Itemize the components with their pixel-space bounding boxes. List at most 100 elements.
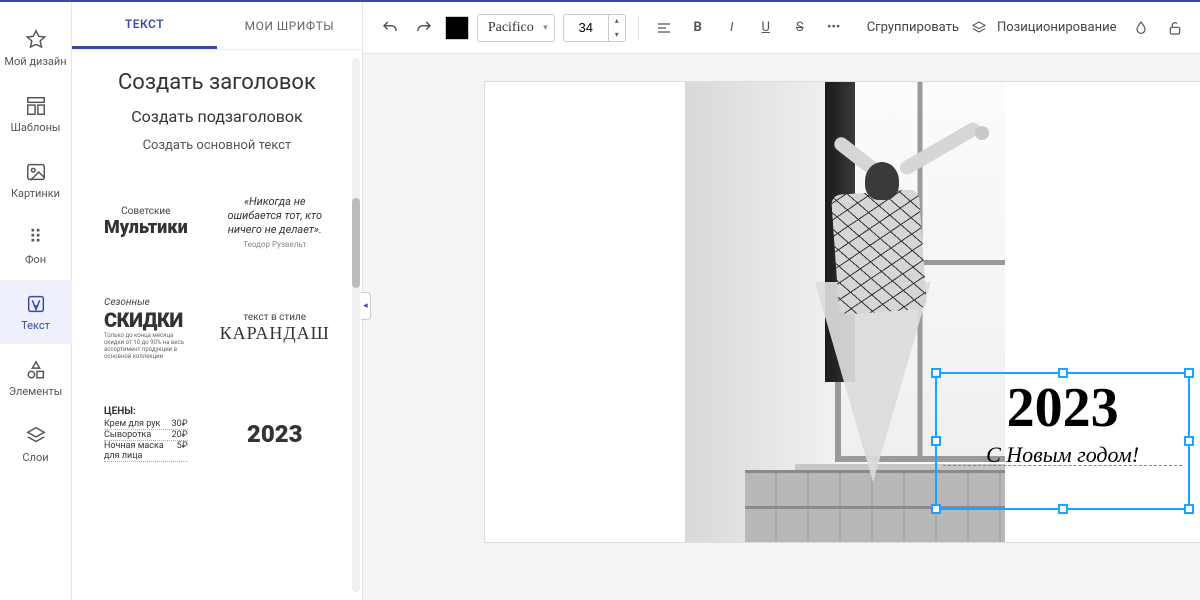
grid-icon: ⠿ [25,227,47,249]
price-value: 5₽ [177,441,188,461]
price-name: Ночная маска для лица [104,441,177,461]
nav-label: Слои [22,451,48,464]
text-color-swatch[interactable] [445,16,469,40]
template-desc: Только до конца месяца скидки от 10 до 9… [104,332,188,360]
template-quote[interactable]: «Никогда не ошибается тот, кто ничего не… [212,177,338,267]
opacity-button[interactable] [1128,15,1154,41]
unlock-icon [1167,20,1183,36]
tab-text[interactable]: ТЕКСТ [72,2,217,49]
text-icon [25,293,47,315]
template-quote-text: «Никогда не ошибается тот, кто ничего не… [220,195,330,238]
template-title: КАРАНДАШ [220,323,330,344]
nav-images[interactable]: Картинки [0,148,72,212]
canvas-text-greeting[interactable]: С Новым годом! [937,442,1188,468]
template-karandash[interactable]: текст в стиле КАРАНДАШ [212,283,338,373]
nav-label: Фон [25,253,46,266]
shapes-icon [25,359,47,381]
resize-handle-tr[interactable] [1184,368,1194,378]
redo-icon [415,19,433,37]
nav-layers[interactable]: Слои [0,412,72,476]
nav-label: Шаблоны [11,121,61,134]
nav-label: Текст [21,319,50,332]
resize-handle-mb[interactable] [1058,504,1068,514]
template-skidki[interactable]: Сезонные СКИДКИ Только до конца месяца с… [96,283,196,373]
scrollbar-thumb[interactable] [352,198,360,288]
toolbar: Pacifico ▴ ▾ B I U S ••• Сгруппировать П… [363,2,1200,54]
price-value: 20₽ [172,430,188,440]
template-subtitle: Советские [121,206,170,217]
strikethrough-button[interactable]: S [787,15,813,41]
lock-button[interactable] [1162,15,1188,41]
underline-icon: U [761,20,769,35]
nav-my-design[interactable]: Мой дизайн [0,16,72,80]
underline-button[interactable]: U [753,15,779,41]
template-sovetskie[interactable]: Советские Мультики [96,177,196,267]
selection-midline [943,465,1182,466]
template-title: Мультики [104,217,188,238]
price-name: Крем для рук [104,419,160,429]
position-label: Позиционирование [993,20,1121,35]
resize-handle-br[interactable] [1184,504,1194,514]
text-templates-grid: Советские Мультики «Никогда не ошибается… [96,177,338,479]
align-button[interactable] [651,15,677,41]
template-subtitle: текст в стиле [243,312,306,323]
resize-handle-mr[interactable] [1184,436,1194,446]
droplet-icon [1133,20,1149,36]
tab-my-fonts[interactable]: МОИ ШРИФТЫ [217,2,362,49]
price-value: 30₽ [172,419,188,429]
bold-button[interactable]: B [685,15,711,41]
nav-label: Элементы [9,385,63,398]
redo-button[interactable] [411,15,437,41]
selected-text-element[interactable]: 2023 С Новым годом! [935,372,1190,510]
price-row: Сыворотка 20₽ [104,430,188,441]
create-subheading[interactable]: Создать подзаголовок [96,107,338,126]
create-body-text[interactable]: Создать основной текст [96,138,338,153]
text-panel: ТЕКСТ МОИ ШРИФТЫ Создать заголовок Созда… [72,2,363,600]
nav-text[interactable]: Текст [0,280,72,344]
resize-handle-tl[interactable] [931,368,941,378]
template-prices[interactable]: ЦЕНЫ: Крем для рук 30₽ Сыворотка 20₽ Ночна… [96,389,196,479]
font-size-input[interactable]: ▴ ▾ [563,14,626,42]
align-left-icon [656,20,672,36]
bold-icon: B [694,20,702,35]
font-name: Pacifico [488,20,534,36]
resize-handle-bl[interactable] [931,504,941,514]
separator [638,15,639,41]
template-year[interactable]: 2023 [212,389,338,479]
font-size-field[interactable] [564,20,608,35]
create-heading[interactable]: Создать заголовок [96,70,338,95]
more-options-button[interactable]: ••• [821,15,847,41]
main-area: Pacifico ▴ ▾ B I U S ••• Сгруппировать П… [363,2,1200,600]
nav-templates[interactable]: Шаблоны [0,82,72,146]
template-quote-author: Теодор Рузвельт [243,240,306,249]
template-prices-title: ЦЕНЫ: [104,406,136,417]
undo-button[interactable] [377,15,403,41]
nav-background[interactable]: ⠿ Фон [0,214,72,278]
template-title: СКИДКИ [104,308,183,332]
templates-icon [25,95,47,117]
group-button[interactable]: Сгруппировать [863,20,963,35]
price-name: Сыворотка [104,430,151,440]
layers-icon [971,20,987,36]
undo-icon [381,19,399,37]
resize-handle-mt[interactable] [1058,368,1068,378]
panel-scrollbar[interactable] [352,58,360,592]
design-canvas[interactable]: 2023 С Новым годом! [485,82,1200,542]
more-icon: ••• [827,20,840,35]
position-button[interactable]: Позиционирование [971,20,1121,36]
template-subtitle: Сезонные [104,297,150,308]
panel-body: Создать заголовок Создать подзаголовок С… [72,50,362,600]
italic-button[interactable]: I [719,15,745,41]
canvas-viewport[interactable]: 2023 С Новым годом! [363,54,1200,600]
duplicate-button[interactable] [1196,15,1200,41]
resize-handle-ml[interactable] [931,436,941,446]
font-size-down[interactable]: ▾ [609,28,625,42]
nav-elements[interactable]: Элементы [0,346,72,410]
collapse-panel-button[interactable]: ◂ [361,292,371,320]
font-size-up[interactable]: ▴ [609,14,625,28]
font-family-select[interactable]: Pacifico [477,14,555,42]
layers-icon [25,425,47,447]
template-title: 2023 [247,420,303,448]
italic-icon: I [730,20,733,35]
canvas-text-year[interactable]: 2023 [937,380,1188,436]
